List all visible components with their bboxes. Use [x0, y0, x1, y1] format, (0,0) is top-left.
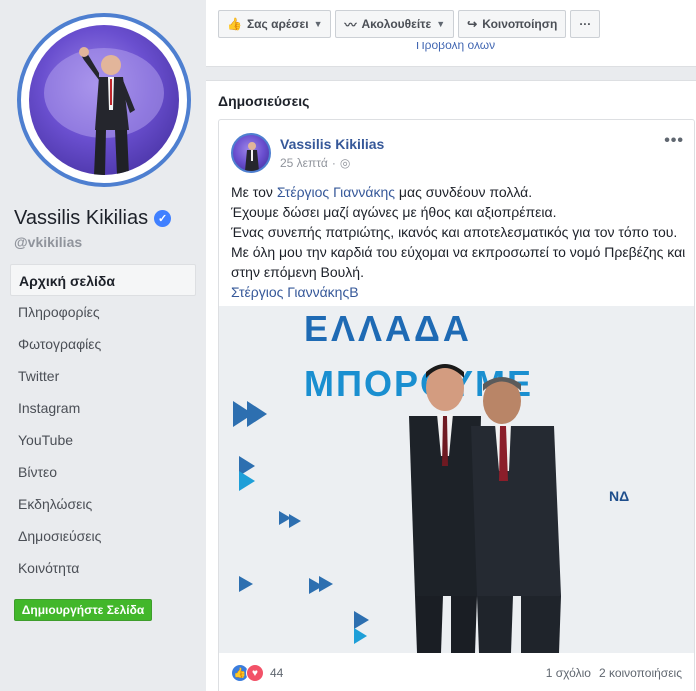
- post-line-3: Ένας συνεπής πατριώτης, ικανός και αποτε…: [231, 224, 686, 280]
- verified-badge-icon: ✓: [154, 210, 172, 227]
- avatar: [29, 25, 179, 175]
- text-suffix: μας συνδέουν πολλά.: [395, 184, 533, 200]
- love-reaction-icon: ♥: [246, 664, 264, 682]
- post-line-2: Έχουμε δώσει μαζί αγώνες με ήθος και αξι…: [231, 204, 557, 220]
- thumbs-up-icon: 👍: [227, 17, 242, 31]
- nav-item-photos[interactable]: Φωτογραφίες: [10, 328, 196, 360]
- nav-item-about[interactable]: Πληροφορίες: [10, 296, 196, 328]
- left-sidebar: Vassilis Kikilias ✓ @vkikilias Αρχική σε…: [0, 0, 206, 691]
- post-body: Με τον Στέργιος Γιαννάκης μας συνδέουν π…: [231, 182, 686, 302]
- more-options-button[interactable]: ···: [570, 10, 601, 38]
- text-prefix: Με τον: [231, 184, 277, 200]
- comment-count-link[interactable]: 1 σχόλιο: [546, 666, 591, 680]
- share-count-link[interactable]: 2 κοινοποιήσεις: [599, 666, 682, 680]
- nav-item-events[interactable]: Εκδηλώσεις: [10, 488, 196, 520]
- profile-picture[interactable]: [17, 13, 191, 187]
- post-card: Vassilis Kikilias 25 λεπτά · ◎ ••• Με το…: [218, 119, 695, 691]
- reaction-count: 44: [270, 666, 284, 680]
- see-all-link[interactable]: Προβολή όλων: [416, 42, 495, 52]
- share-arrow-icon: ↪: [467, 17, 478, 31]
- globe-icon: ◎: [339, 156, 351, 170]
- post-photo[interactable]: ΕΛΛΑΔΑ ΜΠΟΡΟΥΜΕ ΝΔ: [219, 306, 694, 653]
- follow-label: Ακολουθείτε: [361, 17, 432, 31]
- rss-icon: 〰: [344, 17, 357, 32]
- engagement-counts: 1 σχόλιο 2 κοινοποιήσεις: [546, 666, 682, 680]
- share-label: Κοινοποίηση: [482, 17, 558, 31]
- nav-item-posts[interactable]: Δημοσιεύσεις: [10, 520, 196, 552]
- post-options-icon[interactable]: •••: [664, 132, 684, 150]
- post-timestamp[interactable]: 25 λεπτά: [280, 156, 328, 170]
- more-icon: ···: [579, 17, 592, 31]
- post-line-1: Με τον Στέργιος Γιαννάκης μας συνδέουν π…: [231, 182, 686, 202]
- reactions-summary[interactable]: 👍 ♥ 44: [231, 664, 283, 682]
- nav-item-youtube[interactable]: YouTube: [10, 424, 196, 456]
- follow-page-button[interactable]: 〰 Ακολουθείτε ▼: [335, 10, 455, 38]
- post-author-name[interactable]: Vassilis Kikilias: [280, 136, 384, 152]
- nav-item-instagram[interactable]: Instagram: [10, 392, 196, 424]
- page-actions-card: 👍 Σας αρέσει ▼ 〰 Ακολουθείτε ▼ ↪ Κοινοπο…: [206, 0, 696, 67]
- page-nav: Αρχική σελίδα Πληροφορίες Φωτογραφίες Tw…: [10, 264, 196, 584]
- share-page-button[interactable]: ↪ Κοινοποίηση: [458, 10, 567, 38]
- page-name-text: Vassilis Kikilias: [14, 207, 149, 229]
- like-label: Σας αρέσει: [246, 17, 309, 31]
- posts-heading: Δημοσιεύσεις: [218, 93, 310, 109]
- page-handle[interactable]: @vkikilias: [14, 234, 82, 250]
- nav-item-home[interactable]: Αρχική σελίδα: [10, 264, 196, 296]
- chevron-down-icon: ▼: [313, 19, 323, 29]
- party-logo: ΝΔ: [609, 488, 629, 504]
- tag-link[interactable]: Στέργιος ΓιαννάκηςΒ: [231, 282, 686, 302]
- photo-banner-line-1: ΕΛΛΑΔΑ: [304, 308, 472, 349]
- mention-link[interactable]: Στέργιος Γιαννάκης: [277, 184, 395, 200]
- page-name[interactable]: Vassilis Kikilias ✓: [14, 207, 172, 230]
- action-row: 👍 Σας αρέσει ▼ 〰 Ακολουθείτε ▼ ↪ Κοινοπο…: [218, 10, 601, 38]
- post-meta: 25 λεπτά · ◎: [280, 156, 350, 170]
- create-page-button[interactable]: Δημιουργήστε Σελίδα: [14, 599, 152, 621]
- nav-item-twitter[interactable]: Twitter: [10, 360, 196, 392]
- main-column: 👍 Σας αρέσει ▼ 〰 Ακολουθείτε ▼ ↪ Κοινοπο…: [206, 0, 696, 691]
- like-page-button[interactable]: 👍 Σας αρέσει ▼: [218, 10, 332, 38]
- dot-separator: ·: [331, 156, 336, 170]
- nav-item-videos[interactable]: Βίντεο: [10, 456, 196, 488]
- chevron-down-icon: ▼: [436, 19, 446, 29]
- post-author-avatar[interactable]: [231, 133, 271, 173]
- nav-item-community[interactable]: Κοινότητα: [10, 552, 196, 584]
- posts-section: Δημοσιεύσεις Vassilis Kikilias 25 λεπτά …: [206, 80, 696, 691]
